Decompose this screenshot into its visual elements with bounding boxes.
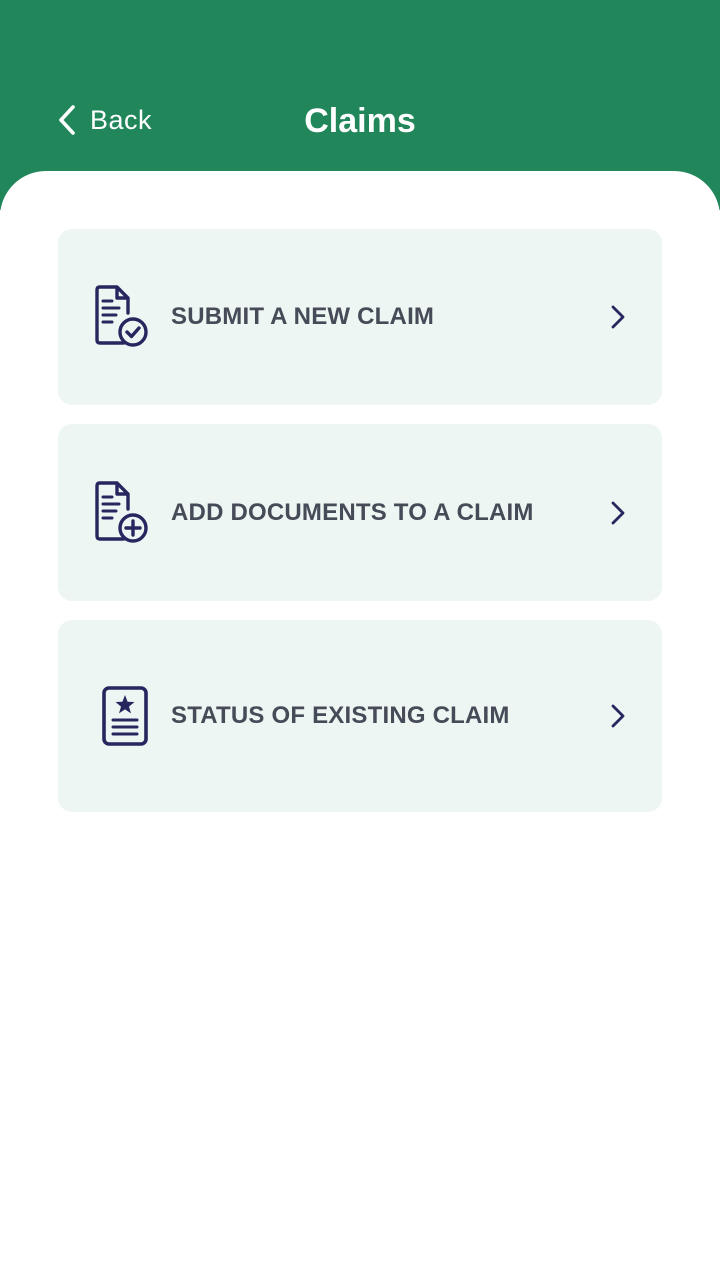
claim-status-button[interactable]: STATUS OF EXISTING CLAIM [58, 620, 662, 812]
chevron-right-icon [610, 304, 626, 330]
document-add-icon [92, 480, 152, 545]
menu-item-label: STATUS OF EXISTING CLAIM [171, 702, 510, 729]
page-title: Claims [304, 102, 416, 140]
chevron-right-icon [610, 703, 626, 729]
document-star-icon [92, 684, 152, 748]
submit-new-claim-button[interactable]: SUBMIT A NEW CLAIM [58, 229, 662, 405]
add-documents-button[interactable]: ADD DOCUMENTS TO A CLAIM [58, 424, 662, 601]
document-check-icon [92, 285, 152, 349]
claims-screen: Back Claims SUBMIT A NEW CLAIM ADD DOCUM… [0, 0, 720, 1280]
chevron-right-icon [610, 500, 626, 526]
menu-item-label: SUBMIT A NEW CLAIM [171, 303, 435, 330]
menu-item-label: ADD DOCUMENTS TO A CLAIM [171, 498, 534, 526]
